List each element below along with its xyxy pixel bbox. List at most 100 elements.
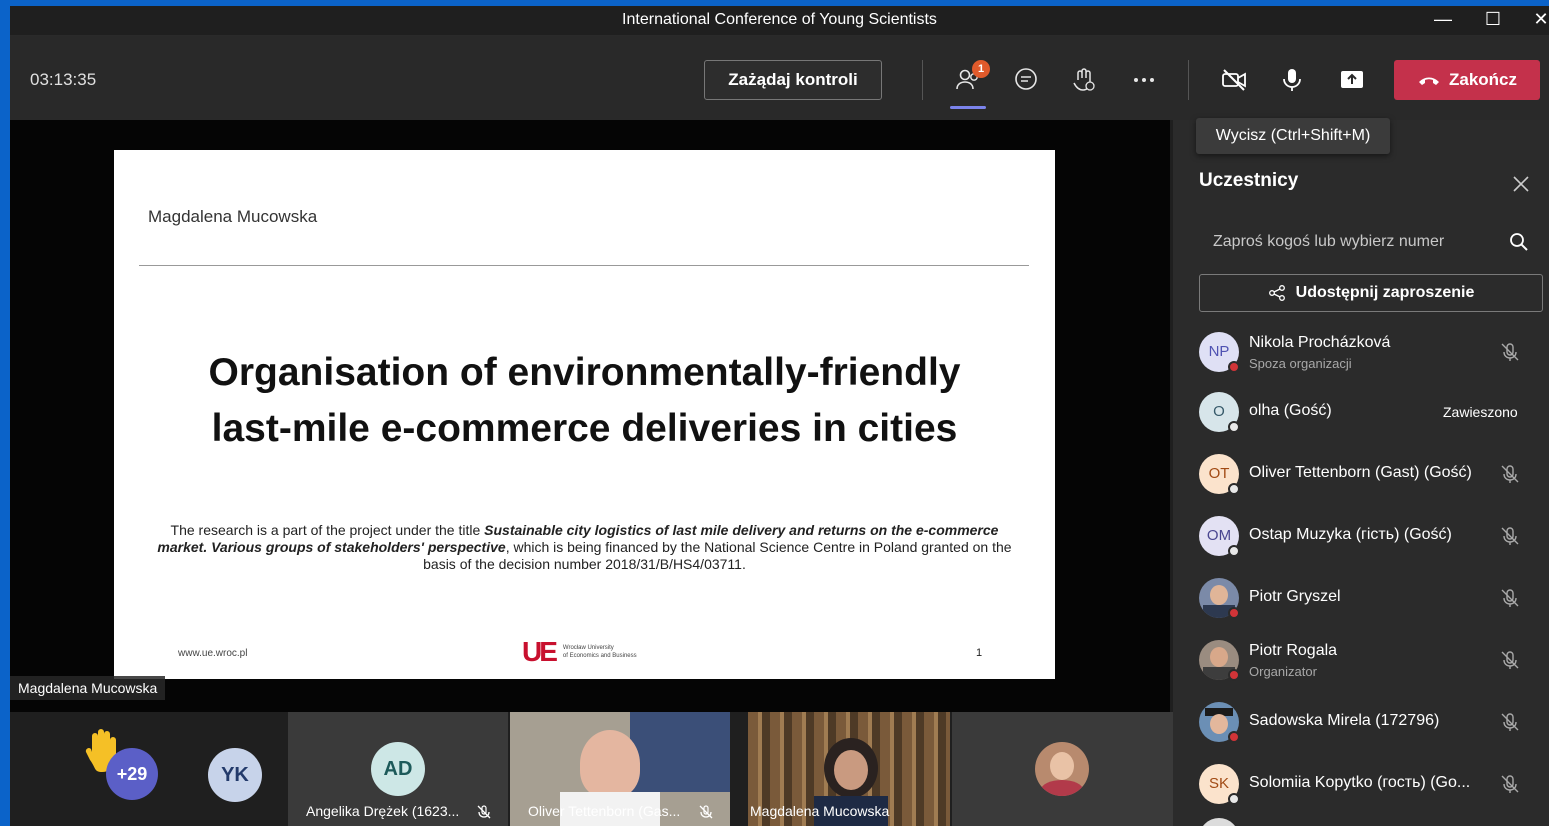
university-logo-line-2: of Economics and Business xyxy=(562,653,637,659)
participant-tile-label: Oliver Tettenborn (Gas... xyxy=(528,803,681,819)
toolbar-divider xyxy=(922,60,923,100)
slide-body-prefix: The research is a part of the project un… xyxy=(170,522,485,538)
close-icon[interactable] xyxy=(1509,172,1533,196)
status-badge xyxy=(1228,793,1240,805)
participant-row[interactable]: Piotr Rogala Organizator xyxy=(1199,634,1543,690)
share-invite-button[interactable]: Udostępnij zaproszenie xyxy=(1199,274,1543,312)
active-tab-indicator xyxy=(950,106,986,109)
participant-name: Ostap Muzyka (гість) (Gość) xyxy=(1249,526,1452,543)
more-options-button[interactable] xyxy=(1126,64,1162,96)
participant-avatar-partial xyxy=(1199,818,1239,826)
panel-title: Uczestnicy xyxy=(1199,170,1299,191)
participant-video-tile[interactable]: Magdalena Mucowska xyxy=(748,712,950,826)
mic-off-icon xyxy=(1501,775,1519,793)
mic-off-icon xyxy=(1501,651,1519,669)
participants-panel: Uczestnicy Zaproś kogoś lub wybierz nume… xyxy=(1173,120,1549,826)
participant-row[interactable]: NP Nikola Procházková Spoza organizacji xyxy=(1199,326,1543,382)
slide-heading: Organisation of environmentally-friendly… xyxy=(114,345,1055,457)
mic-off-icon xyxy=(1501,589,1519,607)
participant-row[interactable]: OM Ostap Muzyka (гість) (Gość) xyxy=(1199,510,1543,566)
mic-off-icon xyxy=(1501,527,1519,545)
video-background-poster xyxy=(630,712,730,792)
slide-author: Magdalena Mucowska xyxy=(148,207,318,226)
meeting-timer: 03:13:35 xyxy=(30,70,97,89)
microphone-button[interactable] xyxy=(1274,64,1310,96)
participant-name: Solomiia Kopytko (гость) (Go... xyxy=(1249,774,1471,791)
status-badge xyxy=(1228,421,1240,433)
camera-toggle-button[interactable] xyxy=(1216,64,1252,96)
participant-name: Sadowska Mirela (172796) xyxy=(1249,712,1440,729)
participant-tile-label: Magdalena Mucowska xyxy=(750,803,890,819)
mic-off-icon xyxy=(699,805,713,819)
reactions-button[interactable] xyxy=(1066,64,1102,96)
status-badge xyxy=(1228,483,1240,495)
end-call-button[interactable]: Zakończ xyxy=(1394,60,1540,100)
more-dots-icon xyxy=(1134,78,1154,82)
mic-off-icon xyxy=(1501,343,1519,361)
participant-avatar: YK xyxy=(208,748,262,802)
slide-heading-line-1: Organisation of environmentally-friendly xyxy=(208,351,961,394)
participant-name: Nikola Procházková xyxy=(1249,334,1391,351)
participant-row[interactable]: Sadowska Mirela (172796) xyxy=(1199,696,1543,752)
chat-button[interactable] xyxy=(1008,64,1044,96)
mic-off-icon xyxy=(477,805,491,819)
request-control-button[interactable]: Zażądaj kontroli xyxy=(704,60,882,100)
university-logo-text: Wrocław University of Economics and Busi… xyxy=(563,644,637,660)
video-strip: +29 YK AD Angelika Drężek (1623... Olive… xyxy=(10,712,1173,826)
title-bar: International Conference of Young Scient… xyxy=(10,6,1549,36)
participants-badge: 1 xyxy=(972,60,990,78)
maximize-button[interactable]: ☐ xyxy=(1470,6,1516,36)
participant-video-tile[interactable] xyxy=(952,712,1173,826)
participants-button[interactable]: 1 xyxy=(950,60,990,96)
end-call-label: Zakończ xyxy=(1448,70,1518,89)
participant-name: olha (Gość) xyxy=(1249,402,1332,419)
participant-row[interactable]: OT Oliver Tettenborn (Gast) (Gość) xyxy=(1199,448,1543,504)
status-badge xyxy=(1228,731,1240,743)
participant-row[interactable]: O olha (Gość) Zawieszono xyxy=(1199,386,1543,442)
mute-tooltip: Wycisz (Ctrl+Shift+M) xyxy=(1196,118,1390,154)
participant-name: Piotr Gryszel xyxy=(1249,588,1341,605)
toolbar-divider xyxy=(1188,60,1189,100)
window-title: International Conference of Young Scient… xyxy=(622,11,937,28)
participant-video-face xyxy=(580,730,640,798)
participant-video-tile[interactable]: AD Angelika Drężek (1623... xyxy=(288,712,508,826)
university-logo-mark: UE xyxy=(522,636,558,667)
status-badge xyxy=(1228,669,1240,681)
microphone-icon xyxy=(1283,69,1301,91)
share-tray-icon xyxy=(1341,71,1363,88)
status-badge xyxy=(1228,607,1240,619)
participant-row[interactable]: Piotr Gryszel xyxy=(1199,572,1543,628)
participant-state: Zawieszono xyxy=(1443,404,1518,420)
camera-off-icon xyxy=(1222,69,1246,91)
participant-video-tile[interactable]: Oliver Tettenborn (Gas... xyxy=(510,712,730,826)
status-badge xyxy=(1228,545,1240,557)
university-logo: UE Wrocław University of Economics and B… xyxy=(522,636,637,668)
slide-page-number: 1 xyxy=(976,647,983,659)
participant-tile-label: Angelika Drężek (1623... xyxy=(306,803,460,819)
raise-hand-icon xyxy=(1073,68,1095,91)
participant-name: Piotr Rogala xyxy=(1249,642,1338,659)
content-stage: Magdalena Mucowska Organisation of envir… xyxy=(10,120,1170,712)
meeting-toolbar: 03:13:35 Zażądaj kontroli 1 Zakończ xyxy=(10,36,1549,120)
university-logo-line-1: Wrocław University xyxy=(562,645,614,651)
participant-photo-avatar xyxy=(1035,742,1089,796)
participant-subtitle: Spoza organizacji xyxy=(1249,356,1352,371)
participant-subtitle: Organizator xyxy=(1249,664,1317,679)
overflow-tile[interactable]: +29 YK xyxy=(10,712,288,826)
participant-row[interactable]: SK Solomiia Kopytko (гость) (Go... xyxy=(1199,758,1543,814)
search-icon[interactable] xyxy=(1509,232,1529,252)
close-window-button[interactable]: ✕ xyxy=(1518,6,1549,36)
slide-footer-url: www.ue.wroc.pl xyxy=(178,648,248,659)
slide-heading-line-2: last-mile e-commerce deliveries in citie… xyxy=(211,407,958,450)
mic-off-icon xyxy=(1501,465,1519,483)
slide-body-text: The research is a part of the project un… xyxy=(154,522,1015,573)
minimize-button[interactable]: — xyxy=(1420,6,1466,36)
slide-body-suffix: , which is being financed by the Nationa… xyxy=(423,539,1012,572)
share-screen-button[interactable] xyxy=(1334,64,1370,96)
overflow-count-avatar: +29 xyxy=(106,748,158,800)
participant-avatar: AD xyxy=(371,742,425,796)
teams-meeting-window: International Conference of Young Scient… xyxy=(10,6,1549,826)
invite-search-input[interactable]: Zaproś kogoś lub wybierz numer xyxy=(1199,220,1539,264)
hang-up-icon xyxy=(1418,77,1439,85)
participant-name: Oliver Tettenborn (Gast) (Gość) xyxy=(1249,464,1472,481)
